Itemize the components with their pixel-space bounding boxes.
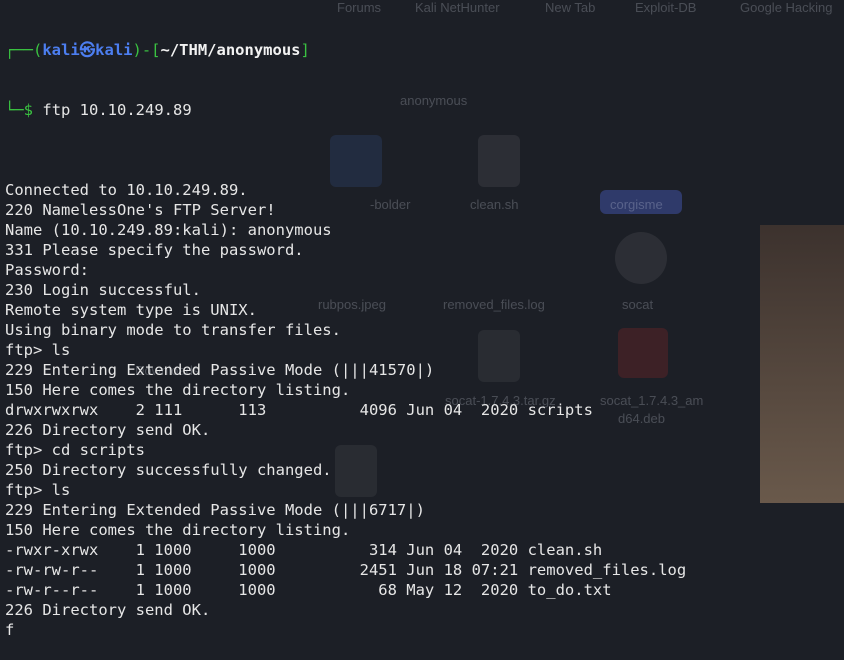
prompt-line-1: ┌──(kali㉿kali)-[~/THM/anonymous]	[5, 41, 310, 59]
prompt-line-2: └─$ ftp 10.10.249.89	[5, 101, 192, 119]
terminal-output-line: f	[5, 621, 15, 639]
terminal-output-line: Remote system type is UNIX.	[5, 301, 257, 319]
terminal-output-line: ftp> cd scripts	[5, 441, 145, 459]
prompt-separator: ㉿	[79, 41, 96, 59]
terminal-output-line: 229 Entering Extended Passive Mode (|||4…	[5, 361, 435, 379]
terminal-output-line: 229 Entering Extended Passive Mode (|||6…	[5, 501, 425, 519]
terminal-window[interactable]: ┌──(kali㉿kali)-[~/THM/anonymous] └─$ ftp…	[0, 0, 844, 639]
terminal-output-line: Using binary mode to transfer files.	[5, 321, 341, 339]
prompt-host: kali	[95, 41, 133, 59]
terminal-output-line: 150 Here comes the directory listing.	[5, 381, 351, 399]
terminal-output-line: -rw-r--r-- 1 1000 1000 68 May 12 2020 to…	[5, 581, 612, 599]
terminal-output-line: ftp> ls	[5, 341, 71, 359]
terminal-output-line: drwxrwxrwx 2 111 113 4096 Jun 04 2020 sc…	[5, 401, 593, 419]
terminal-output-line: 150 Here comes the directory listing.	[5, 521, 351, 539]
terminal-output-line: -rwxr-xrwx 1 1000 1000 314 Jun 04 2020 c…	[5, 541, 603, 559]
terminal-output-line: -rw-rw-r-- 1 1000 1000 2451 Jun 18 07:21…	[5, 561, 687, 579]
prompt-user: kali	[42, 41, 80, 59]
prompt-dollar: $	[23, 101, 34, 119]
prompt-cwd: ~/THM/anonymous	[160, 41, 301, 59]
terminal-output-line: 226 Directory send OK.	[5, 421, 211, 439]
terminal-output-line: Connected to 10.10.249.89.	[5, 181, 248, 199]
terminal-output-line: ftp> ls	[5, 481, 71, 499]
terminal-output: Connected to 10.10.249.89. 220 NamelessOn…	[5, 160, 844, 640]
terminal-output-line: Password:	[5, 261, 89, 279]
terminal-output-line: 226 Directory send OK.	[5, 601, 211, 619]
command-text: ftp 10.10.249.89	[42, 101, 192, 119]
terminal-output-line: 250 Directory successfully changed.	[5, 461, 332, 479]
terminal-output-line: 230 Login successful.	[5, 281, 201, 299]
terminal-output-line: Name (10.10.249.89:kali): anonymous	[5, 221, 332, 239]
terminal-output-line: 220 NamelessOne's FTP Server!	[5, 201, 276, 219]
terminal-output-line: 331 Please specify the password.	[5, 241, 304, 259]
